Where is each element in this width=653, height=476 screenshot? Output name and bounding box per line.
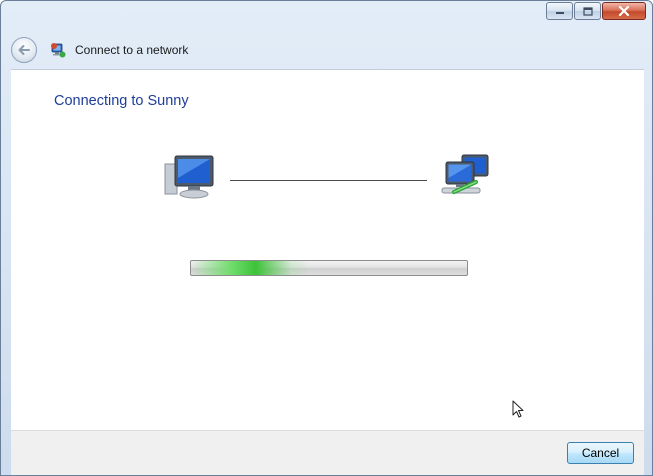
header-bar: Connect to a network (1, 31, 652, 69)
content-area: Connecting to Sunny (11, 69, 644, 431)
mouse-pointer-icon (512, 400, 524, 418)
maximize-button[interactable] (574, 2, 601, 20)
connection-line (230, 180, 427, 181)
network-globe-icon (51, 43, 66, 58)
connection-progress-bar (190, 260, 468, 276)
progress-indicator (191, 261, 309, 275)
back-button[interactable] (11, 37, 37, 63)
computer-icon (164, 155, 214, 199)
footer-bar: Cancel (11, 430, 644, 475)
minimize-icon (555, 12, 564, 14)
close-button[interactable] (602, 2, 646, 20)
caption-buttons (546, 2, 646, 20)
close-icon (618, 6, 630, 16)
window-title: Connect to a network (75, 43, 189, 57)
connect-to-network-window: Connect to a network Connecting to Sunny (0, 0, 653, 476)
network-computers-icon (441, 154, 489, 194)
back-arrow-icon (18, 45, 30, 55)
cancel-button[interactable]: Cancel (567, 442, 634, 464)
maximize-icon (582, 6, 593, 16)
page-heading: Connecting to Sunny (54, 93, 189, 109)
minimize-button[interactable] (546, 2, 573, 20)
